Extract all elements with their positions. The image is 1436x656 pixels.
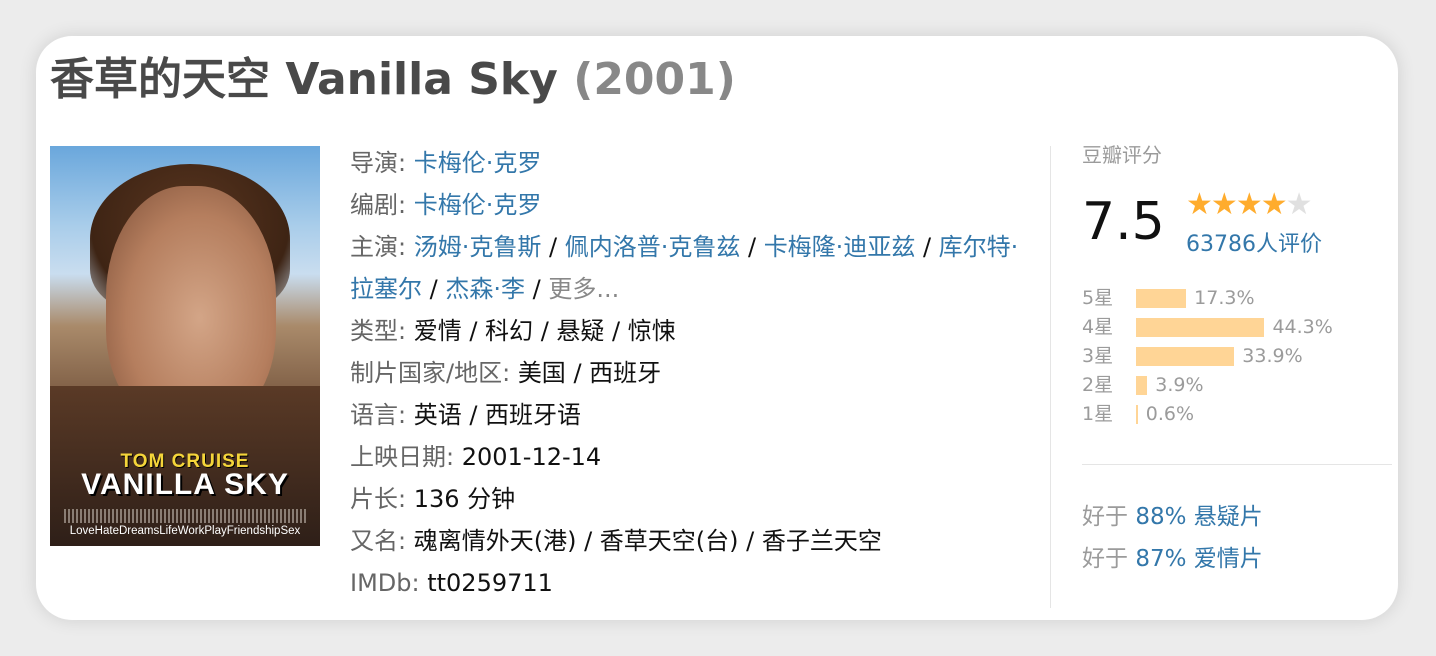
info-label: 导演 <box>350 149 398 177</box>
info-cast: 主演: 汤姆·克鲁斯 / 佩内洛普·克鲁兹 / 卡梅隆·迪亚兹 / 库尔特·拉塞… <box>350 233 1019 303</box>
info-label: 上映日期 <box>350 443 446 471</box>
movie-info: 导演: 卡梅伦·克罗 编剧: 卡梅伦·克罗 主演: 汤姆·克鲁斯 / 佩内洛普·… <box>350 142 1020 604</box>
rating-votes-link[interactable]: 63786人评价 <box>1186 230 1322 260</box>
rating-label: 豆瓣评分 <box>1082 143 1162 167</box>
info-label: 又名 <box>350 527 398 555</box>
info-runtime: 片长: 136 分钟 <box>350 485 516 513</box>
movie-year: (2001) <box>573 54 736 105</box>
star-icon: ★ <box>1260 187 1288 222</box>
info-label: 编剧 <box>350 191 398 219</box>
info-label: 语言 <box>350 401 398 429</box>
better-than: 好于 88% 悬疑片 好于 87% 爱情片 <box>1082 496 1263 580</box>
info-release: 上映日期: 2001-12-14 <box>350 443 602 471</box>
rating-row-percent: 3.9% <box>1155 374 1204 396</box>
rating-row-percent: 0.6% <box>1145 403 1195 425</box>
info-language: 语言: 英语 / 西班牙语 <box>350 401 582 429</box>
better-than-link[interactable]: 88% 悬疑片 <box>1135 504 1262 530</box>
info-imdb: IMDb: tt0259711 <box>350 569 553 597</box>
rating-score: 7.5 <box>1082 192 1165 252</box>
rating-distribution: 5星 17.3% 4星 44.3% 3星 33.9% 2星 3.9% 1星 0.6% <box>1082 284 1392 429</box>
genre-value: 爱情 / 科幻 / 悬疑 / 惊悚 <box>413 317 676 345</box>
movie-name: 香草的天空 Vanilla Sky <box>50 54 558 105</box>
release-value: 2001-12-14 <box>461 443 602 471</box>
better-than-row: 好于 87% 爱情片 <box>1082 538 1263 580</box>
page-title: 香草的天空 Vanilla Sky (2001) <box>50 50 736 110</box>
better-than-row: 好于 88% 悬疑片 <box>1082 496 1263 538</box>
rating-panel: 豆瓣评分 7.5 ★★★★★ 63786人评价 5星 17.3% 4星 44.3% 3星… <box>1082 142 1392 425</box>
cast-link[interactable]: 杰森·李 <box>445 275 525 303</box>
star-icon: ★ <box>1210 187 1238 222</box>
rating-bar <box>1136 376 1148 395</box>
rating-row: 1星 0.6% <box>1082 400 1392 429</box>
rating-bar <box>1136 347 1235 366</box>
runtime-value: 136 分钟 <box>413 485 516 513</box>
rating-row: 5星 17.3% <box>1082 284 1392 313</box>
rating-row-label: 4星 <box>1082 316 1114 338</box>
star-icon: ★ <box>1235 187 1263 222</box>
rating-bar <box>1136 318 1265 337</box>
movie-card: 香草的天空 Vanilla Sky (2001) TOM CRUISE VANI… <box>36 36 1398 620</box>
rating-row: 4星 44.3% <box>1082 313 1392 342</box>
star-icon: ★ <box>1285 187 1313 222</box>
writer-link[interactable]: 卡梅伦·克罗 <box>414 191 542 219</box>
cast-link[interactable]: 汤姆·克鲁斯 <box>414 233 542 261</box>
info-label: 类型 <box>350 317 398 345</box>
info-director: 导演: 卡梅伦·克罗 <box>350 149 542 177</box>
info-aka: 又名: 魂离情外天(港) / 香草天空(台) / 香子兰天空 <box>350 527 882 555</box>
director-link[interactable]: 卡梅伦·克罗 <box>414 149 542 177</box>
rating-row: 3星 33.9% <box>1082 342 1392 371</box>
rating-bar <box>1136 289 1187 308</box>
aka-value: 魂离情外天(港) / 香草天空(台) / 香子兰天空 <box>413 527 882 555</box>
movie-poster[interactable]: TOM CRUISE VANILLA SKY LoveHateDreamsLif… <box>50 146 320 546</box>
rating-row-label: 1星 <box>1082 403 1114 425</box>
rating-row-label: 2星 <box>1082 374 1114 396</box>
cast-link[interactable]: 佩内洛普·克鲁兹 <box>565 233 741 261</box>
imdb-value: tt0259711 <box>427 569 553 597</box>
info-country: 制片国家/地区: 美国 / 西班牙 <box>350 359 662 387</box>
info-label: IMDb <box>350 569 412 597</box>
rating-row-percent: 17.3% <box>1194 287 1255 309</box>
info-label: 制片国家/地区 <box>350 359 503 387</box>
rating-row: 2星 3.9% <box>1082 371 1392 400</box>
better-than-link[interactable]: 87% 爱情片 <box>1135 546 1262 572</box>
country-value: 美国 / 西班牙 <box>517 359 662 387</box>
info-genre: 类型: 爱情 / 科幻 / 悬疑 / 惊悚 <box>350 317 676 345</box>
rating-row-percent: 33.9% <box>1242 345 1303 367</box>
cast-link[interactable]: 卡梅隆·迪亚兹 <box>764 233 916 261</box>
info-writer: 编剧: 卡梅伦·克罗 <box>350 191 542 219</box>
vertical-divider <box>1050 146 1051 608</box>
better-than-prefix: 好于 <box>1082 546 1128 572</box>
language-value: 英语 / 西班牙语 <box>413 401 582 429</box>
poster-credits <box>64 509 306 523</box>
info-label: 片长 <box>350 485 398 513</box>
rating-bar <box>1136 405 1138 424</box>
info-label: 主演 <box>350 233 398 261</box>
horizontal-divider <box>1082 464 1392 465</box>
rating-stars: ★★★★★ <box>1186 187 1313 222</box>
poster-tagline: LoveHateDreamsLifeWorkPlayFriendshipSex <box>69 525 301 537</box>
rating-row-label: 3星 <box>1082 345 1114 367</box>
poster-title-text: VANILLA SKY <box>81 468 289 501</box>
rating-row-label: 5星 <box>1082 287 1114 309</box>
better-than-prefix: 好于 <box>1082 504 1128 530</box>
star-icon: ★ <box>1186 187 1213 222</box>
rating-row-percent: 44.3% <box>1272 316 1333 338</box>
cast-more-link[interactable]: 更多... <box>548 275 619 303</box>
